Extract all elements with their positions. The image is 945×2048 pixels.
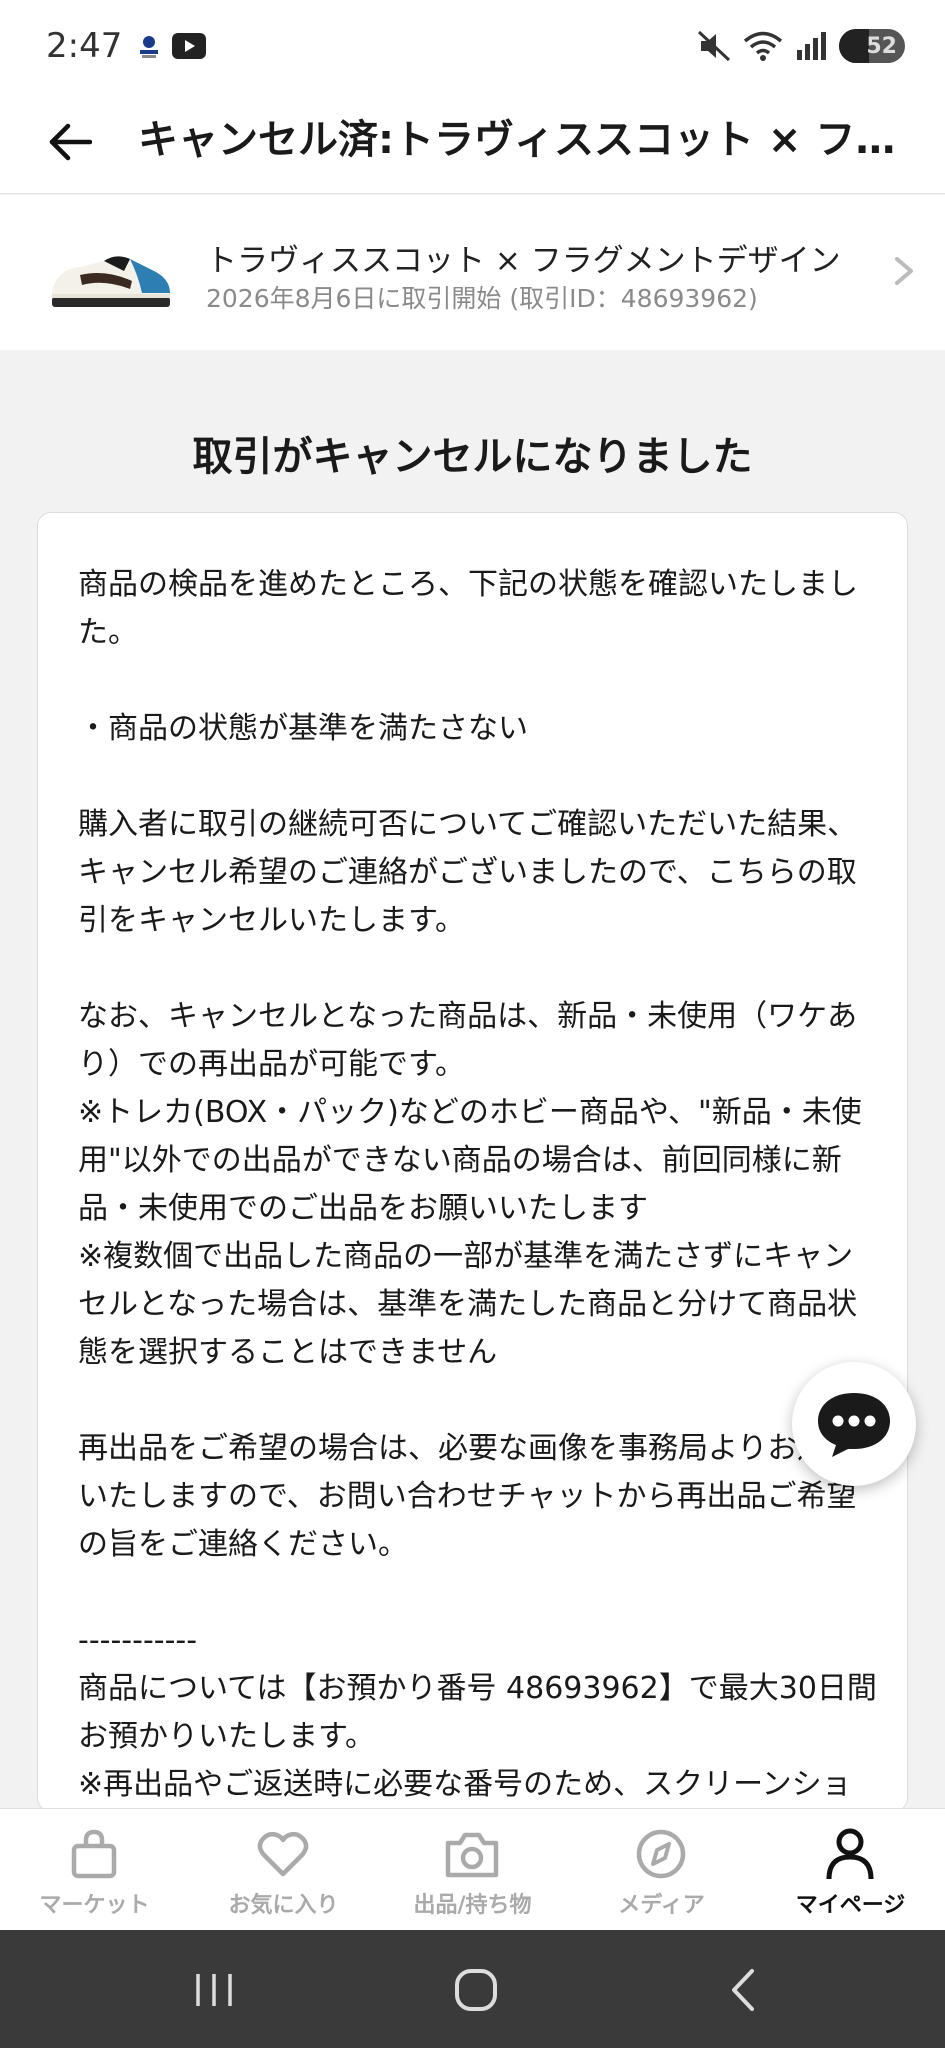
back-button[interactable] [42, 114, 98, 170]
nav-mypage[interactable]: マイページ [756, 1809, 945, 1931]
nav-label: 出品/持ち物 [413, 1893, 532, 1918]
cancellation-heading: 取引がキャンセルになりました [192, 434, 753, 480]
product-thumbnail [52, 256, 170, 307]
nav-label: マイページ [795, 1893, 906, 1918]
home-icon [455, 1969, 497, 2011]
battery-level: 52 [866, 33, 897, 59]
status-time: 2:47 [46, 26, 123, 66]
transaction-info: 2026年8月6日に取引開始 (取引ID：48693962) [206, 284, 758, 313]
recent-apps-button[interactable] [184, 1960, 244, 2020]
product-summary-row[interactable]: トラヴィススコット × フラグメントデザイン 2026年8月6日に取引開始 (取… [0, 195, 945, 350]
chevron-right-icon [895, 257, 913, 285]
nav-sell[interactable]: 出品/持ち物 [378, 1809, 567, 1931]
status-icons: 52 [697, 28, 905, 64]
page-title: キャンセル済:トラヴィススコット × フラグメントデザイン [138, 117, 918, 163]
product-name: トラヴィススコット × フラグメントデザイン [206, 243, 841, 279]
app-notification-icon [140, 36, 158, 58]
signal-icon [797, 32, 826, 60]
person-icon [826, 1828, 874, 1880]
wifi-icon [743, 31, 783, 61]
nav-label: お気に入り [228, 1893, 339, 1918]
status-bar: 2:47 52 [0, 0, 945, 92]
nav-favorites[interactable]: お気に入り [189, 1809, 378, 1931]
system-back-button[interactable] [714, 1960, 774, 2020]
cancellation-message: 商品の検品を進めたところ、下記の状態を確認いたしました。 ・商品の状態が基準を満… [78, 567, 877, 1850]
chat-bubble-icon [818, 1393, 890, 1457]
nav-label: マーケット [39, 1893, 150, 1918]
system-navigation-bar [0, 1930, 945, 2048]
arrow-left-icon [49, 123, 92, 161]
recent-apps-icon [196, 1974, 232, 2006]
app-header: キャンセル済:トラヴィススコット × フラグメントデザイン [0, 92, 945, 194]
bottom-navigation: マーケット お気に入り 出品/持ち物 メディア マイページ [0, 1808, 945, 1930]
chat-button[interactable] [792, 1362, 916, 1486]
camera-icon [445, 1832, 499, 1878]
nav-market[interactable]: マーケット [0, 1809, 189, 1931]
bag-icon [71, 1829, 117, 1879]
youtube-icon [172, 33, 206, 59]
back-icon [732, 1969, 754, 2011]
nav-media[interactable]: メディア [567, 1809, 756, 1931]
heart-icon [257, 1831, 309, 1877]
compass-icon [636, 1829, 686, 1879]
mute-icon [697, 30, 731, 62]
cancellation-message-card: 商品の検品を進めたところ、下記の状態を確認いたしました。 ・商品の状態が基準を満… [37, 512, 908, 1850]
nav-label: メディア [618, 1893, 705, 1918]
home-button[interactable] [446, 1960, 506, 2020]
battery-indicator: 52 [839, 29, 905, 63]
